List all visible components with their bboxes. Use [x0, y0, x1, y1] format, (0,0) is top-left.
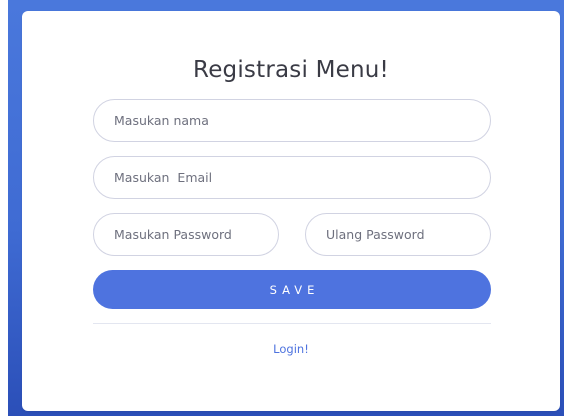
email-input[interactable]: [93, 156, 491, 199]
divider: [93, 323, 491, 324]
login-link[interactable]: Login!: [22, 342, 560, 356]
page-background: Registrasi Menu! SAVE Login!: [8, 0, 564, 416]
name-input[interactable]: [93, 99, 491, 142]
save-button[interactable]: SAVE: [93, 270, 491, 309]
repeat-password-input[interactable]: [305, 213, 491, 256]
page-title: Registrasi Menu!: [193, 57, 389, 83]
password-input[interactable]: [93, 213, 279, 256]
registration-card: Registrasi Menu! SAVE Login!: [22, 11, 560, 411]
